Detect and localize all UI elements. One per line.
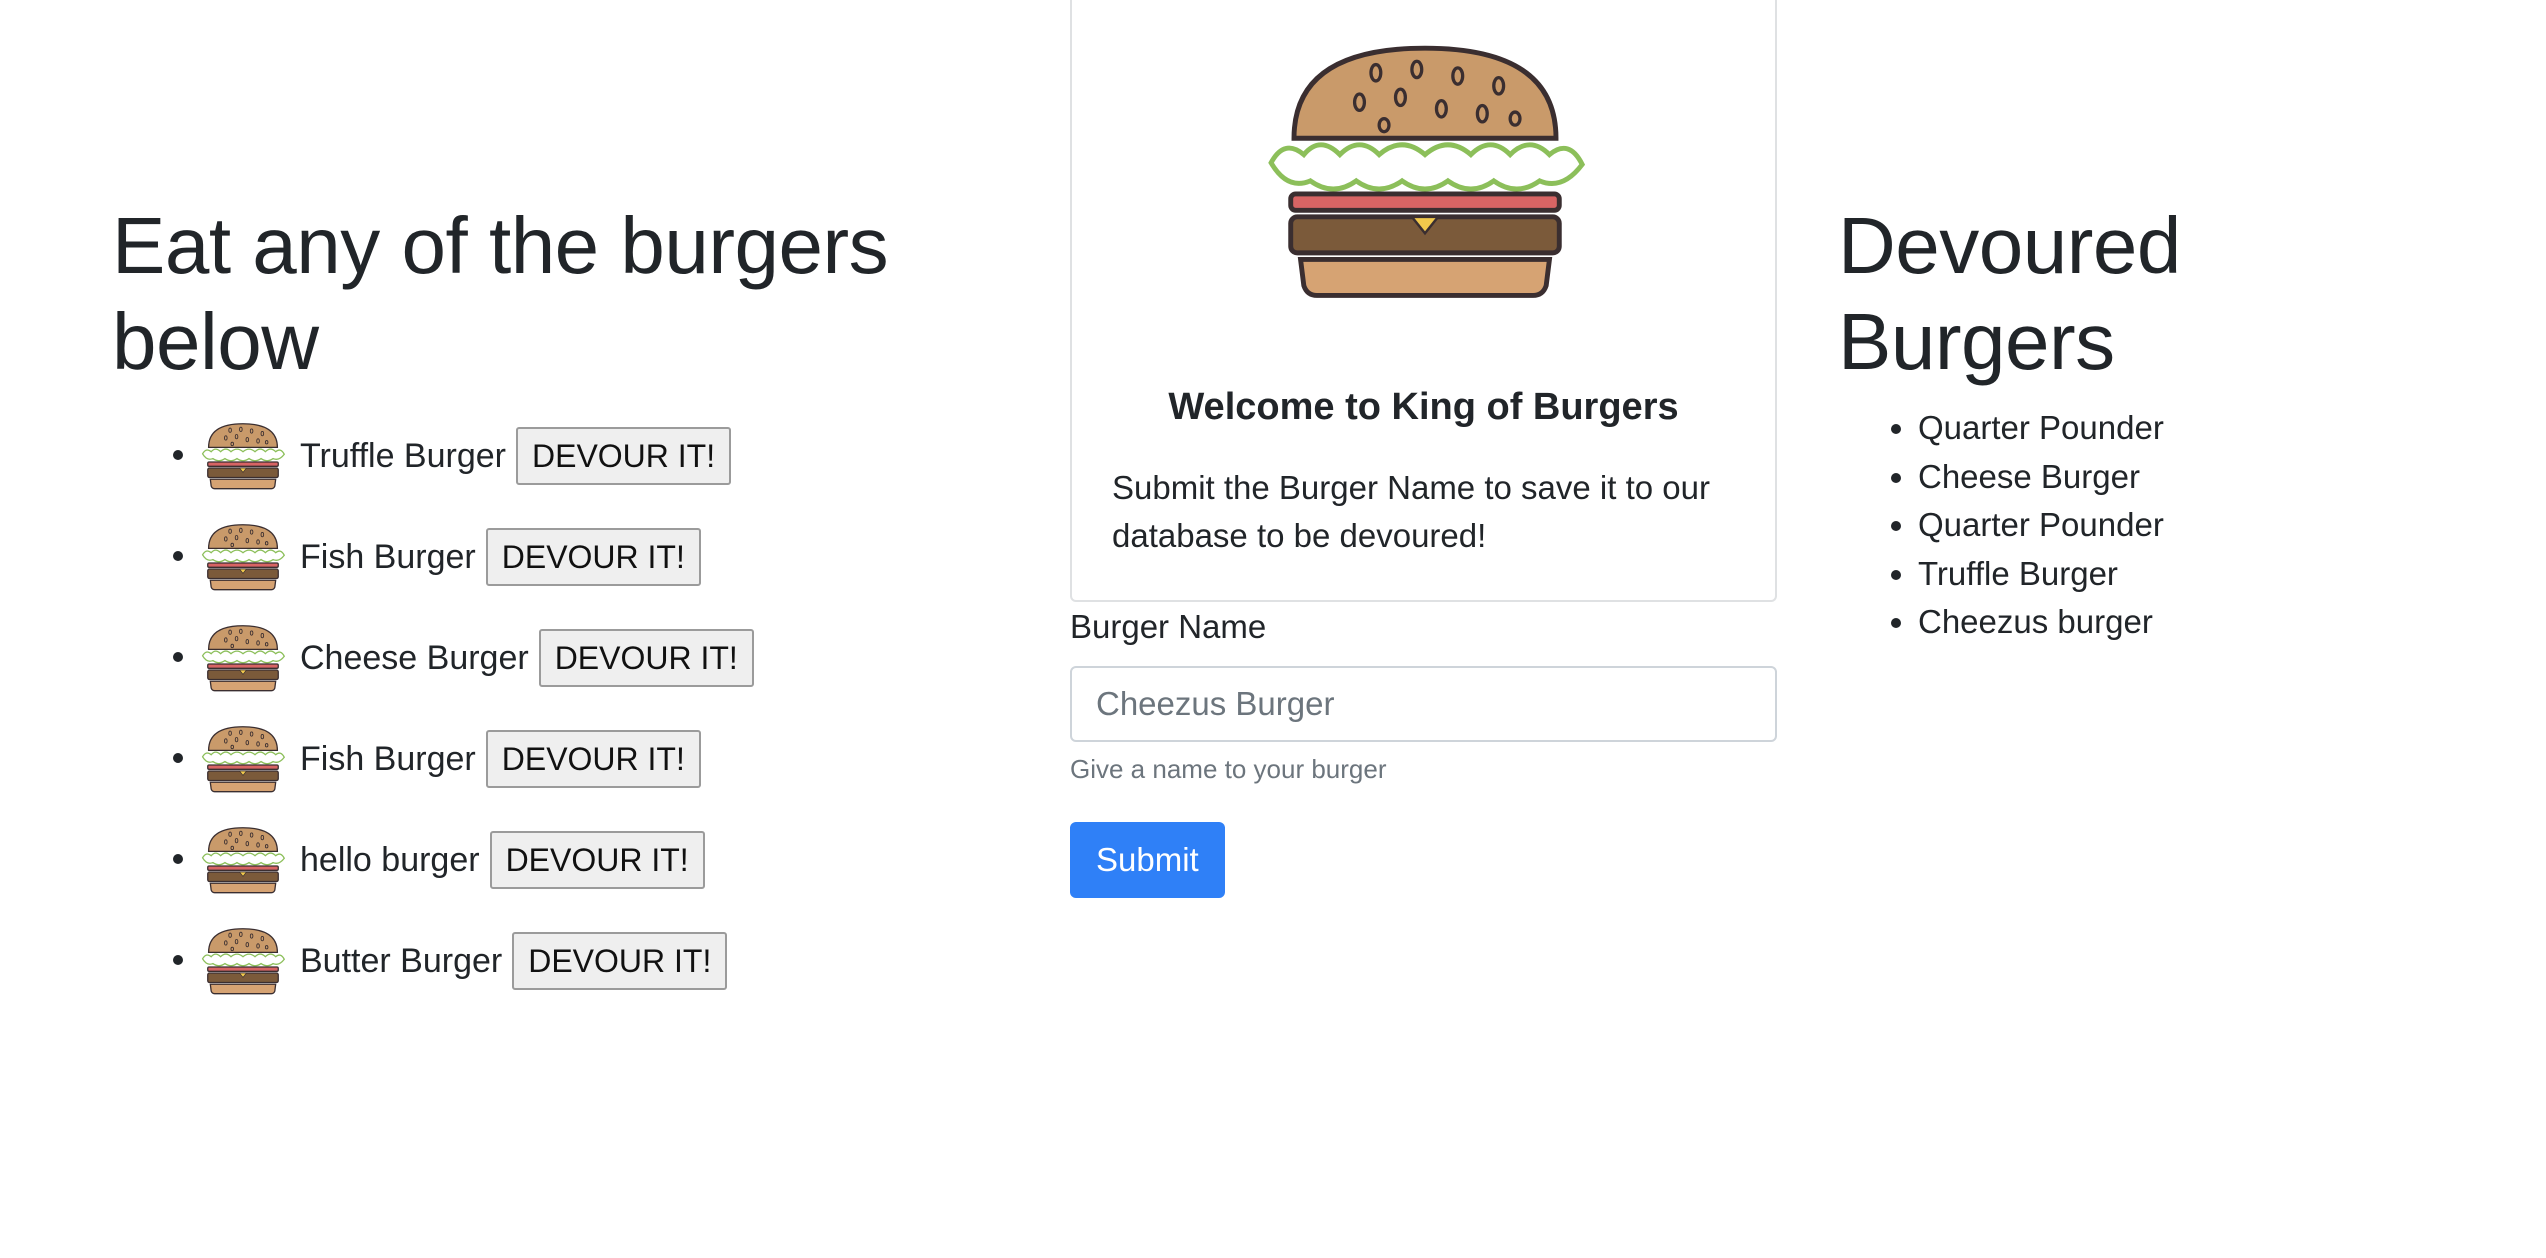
burger-name: Truffle Burger xyxy=(300,437,506,475)
card-title: Welcome to King of Burgers xyxy=(1168,386,1679,428)
to-eat-heading: Eat any of the burgers below xyxy=(112,201,889,386)
devour-button[interactable]: DEVOUR IT! xyxy=(538,629,754,687)
burger-icon xyxy=(200,418,286,494)
list-item: Fish Burger DEVOUR IT! xyxy=(200,719,992,820)
burger-name: Cheese Burger xyxy=(300,639,529,677)
burger-name: Fish Burger xyxy=(300,740,476,778)
burger-name-input[interactable] xyxy=(1070,666,1777,742)
burger-name: Fish Burger xyxy=(300,538,476,576)
list-item: Cheese Burger xyxy=(1918,453,2478,502)
list-item: Fish Burger DEVOUR IT! xyxy=(200,517,992,618)
burger-name: Butter Burger xyxy=(300,942,503,980)
devoured-heading: Devoured Burgers xyxy=(1838,201,2181,386)
burger-icon xyxy=(200,923,286,999)
submit-button[interactable]: Submit xyxy=(1070,822,1225,898)
list-item: Butter Burger DEVOUR IT! xyxy=(200,921,992,1022)
devour-button[interactable]: DEVOUR IT! xyxy=(515,427,732,485)
list-item: Quarter Pounder xyxy=(1918,404,2478,453)
burger-hero-icon xyxy=(1260,40,1590,302)
list-item: Truffle Burger xyxy=(1918,550,2478,599)
burger-name: hello burger xyxy=(300,841,480,879)
devour-button[interactable]: DEVOUR IT! xyxy=(485,528,701,586)
devoured-section: Devoured Burgers Quarter Pounder Cheese … xyxy=(1838,0,2478,647)
list-item: hello burger DEVOUR IT! xyxy=(200,820,992,921)
devoured-list: Quarter Pounder Cheese Burger Quarter Po… xyxy=(1838,404,2478,647)
list-item: Cheezus burger xyxy=(1918,598,2478,647)
burger-icon xyxy=(200,822,286,898)
devour-button[interactable]: DEVOUR IT! xyxy=(485,730,701,788)
devour-button[interactable]: DEVOUR IT! xyxy=(512,932,728,990)
card-text: Submit the Burger Name to save it to our… xyxy=(1112,469,1710,554)
list-item: Truffle Burger DEVOUR IT! xyxy=(200,416,992,517)
burger-name-help: Give a name to your burger xyxy=(1070,754,1387,784)
burger-icon xyxy=(200,620,286,696)
burgers-to-eat-section: Eat any of the burgers below Truffle Bur… xyxy=(112,0,992,1022)
add-burger-section: Welcome to King of Burgers Submit the Bu… xyxy=(1070,0,1777,898)
burger-icon xyxy=(200,721,286,797)
list-item: Cheese Burger DEVOUR IT! xyxy=(200,618,992,719)
welcome-card: Welcome to King of Burgers Submit the Bu… xyxy=(1070,0,1777,602)
burger-icon xyxy=(200,519,286,595)
to-eat-list: Truffle Burger DEVOUR IT! Fish Burger DE… xyxy=(112,416,992,1022)
devour-button[interactable]: DEVOUR IT! xyxy=(489,831,705,889)
burger-name-label: Burger Name xyxy=(1070,608,1267,645)
list-item: Quarter Pounder xyxy=(1918,501,2478,550)
